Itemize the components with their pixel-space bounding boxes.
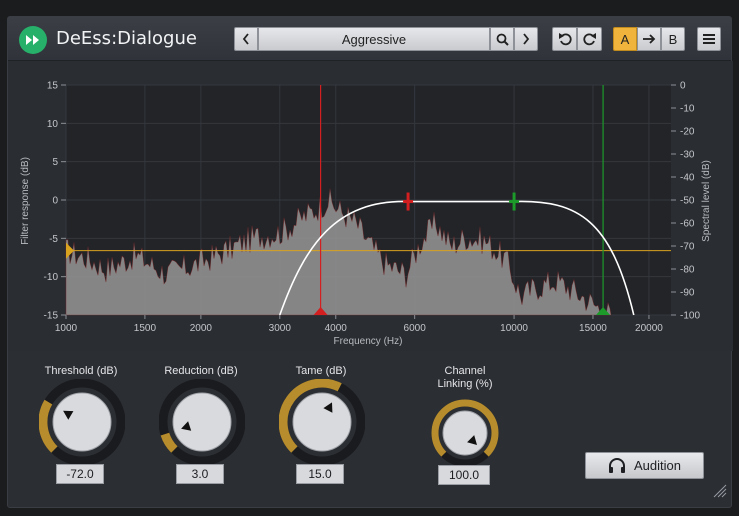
plugin-window: DeEss:Dialogue Aggressive A B 15 10 5 0 … bbox=[7, 16, 733, 508]
channel-linking-label-line2: Linking (%) bbox=[437, 378, 493, 390]
audition-button[interactable]: Audition bbox=[585, 452, 704, 479]
right-tick-label: -90 bbox=[680, 288, 695, 299]
left-tick-label: 10 bbox=[47, 119, 59, 130]
right-tick-label: -70 bbox=[680, 242, 695, 253]
left-axis-label: Filter response (dB) bbox=[20, 157, 31, 245]
tame-knob[interactable] bbox=[279, 379, 365, 465]
channel-linking-label-line1: Channel bbox=[444, 365, 486, 377]
x-tick-label: 1000 bbox=[55, 323, 78, 334]
channel-linking-value[interactable]: 100.0 bbox=[438, 465, 490, 485]
left-tick-label: -10 bbox=[44, 272, 59, 283]
x-axis-label: Frequency (Hz) bbox=[334, 336, 403, 347]
tame-value[interactable]: 15.0 bbox=[296, 464, 344, 484]
x-tick-label: 10000 bbox=[500, 323, 528, 334]
channel-linking-knob[interactable] bbox=[431, 399, 499, 467]
reduction-knob[interactable] bbox=[159, 379, 245, 465]
left-tick-label: 0 bbox=[52, 196, 58, 207]
threshold-label: Threshold (dB) bbox=[44, 365, 118, 377]
reduction-value[interactable]: 3.0 bbox=[176, 464, 224, 484]
x-tick-label: 6000 bbox=[404, 323, 427, 334]
audition-label: Audition bbox=[634, 458, 681, 473]
right-tick-label: -80 bbox=[680, 265, 695, 276]
x-tick-label: 20000 bbox=[635, 323, 663, 334]
right-tick-label: 0 bbox=[680, 81, 686, 92]
left-tick-label: 5 bbox=[52, 157, 58, 168]
right-tick-label: -10 bbox=[680, 104, 695, 115]
right-tick-label: -100 bbox=[680, 311, 700, 322]
threshold-knob[interactable] bbox=[39, 379, 125, 465]
right-tick-label: -40 bbox=[680, 173, 695, 184]
x-tick-label: 3000 bbox=[269, 323, 292, 334]
right-tick-label: -20 bbox=[680, 127, 695, 138]
right-tick-label: -50 bbox=[680, 196, 695, 207]
reduction-label: Reduction (dB) bbox=[164, 365, 238, 377]
left-tick-label: 15 bbox=[47, 81, 59, 92]
x-tick-label: 15000 bbox=[579, 323, 607, 334]
x-tick-label: 2000 bbox=[190, 323, 213, 334]
tame-label: Tame (dB) bbox=[295, 365, 347, 377]
left-tick-label: -5 bbox=[49, 234, 58, 245]
channel-linking-label: Channel Linking (%) bbox=[405, 365, 525, 391]
filter-graph[interactable]: 15 10 5 0 -5 -10 -15 0 -10 -20 -30 -40 -50 -60 -70 -80… bbox=[8, 17, 733, 357]
right-tick-label: -60 bbox=[680, 219, 695, 230]
threshold-value[interactable]: -72.0 bbox=[56, 464, 104, 484]
x-tick-label: 4000 bbox=[325, 323, 348, 334]
right-tick-label: -30 bbox=[680, 150, 695, 161]
right-axis-label: Spectral level (dB) bbox=[701, 160, 712, 242]
headphones-icon bbox=[609, 457, 625, 473]
left-tick-label: -15 bbox=[44, 311, 59, 322]
resize-grip-icon[interactable] bbox=[712, 483, 728, 499]
x-tick-label: 1500 bbox=[134, 323, 157, 334]
